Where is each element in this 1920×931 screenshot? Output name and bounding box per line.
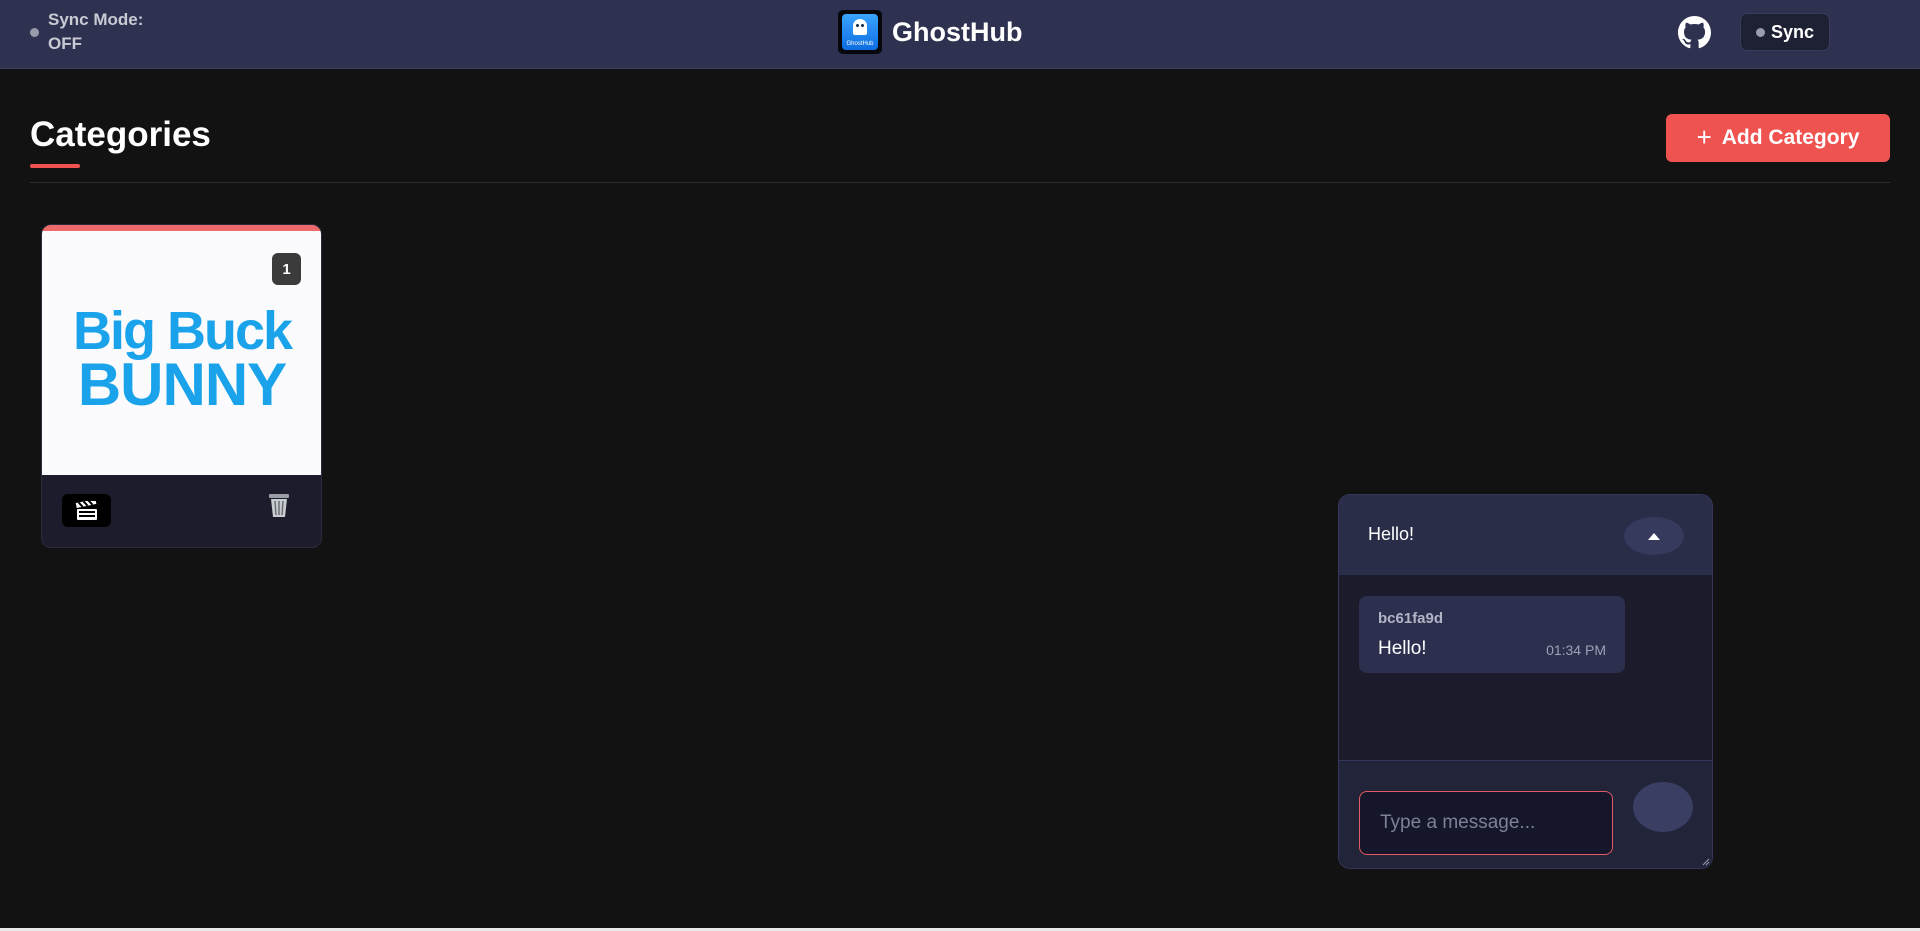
message-username: bc61fa9d <box>1378 610 1444 627</box>
page-title: Categories <box>30 115 211 154</box>
brand: GhostHub GhostHub <box>838 10 1022 54</box>
sync-mode-value: OFF <box>48 34 82 53</box>
chat-toggle-button[interactable] <box>1624 517 1684 555</box>
title-underline <box>30 164 80 168</box>
sync-button-dot <box>1755 27 1765 37</box>
clapperboard-icon[interactable] <box>62 494 111 527</box>
resize-grip-icon[interactable] <box>1702 858 1710 866</box>
chat-input-area <box>1339 760 1712 868</box>
caret-up-icon <box>1648 532 1660 540</box>
plus-icon: + <box>1696 121 1712 152</box>
chat-message: bc61fa9d Hello! 01:34 PM <box>1359 596 1625 673</box>
chat-message-input[interactable] <box>1359 791 1613 855</box>
top-navbar: Sync Mode: OFF GhostHub GhostHub Sync <box>0 0 1920 69</box>
sync-button[interactable]: Sync <box>1740 13 1830 51</box>
sync-mode-label: Sync Mode: <box>48 10 144 29</box>
chat-header[interactable]: Hello! <box>1339 495 1712 575</box>
trash-icon[interactable] <box>266 491 292 519</box>
app-title: GhostHub <box>892 16 1023 47</box>
add-category-label: Add Category <box>1721 126 1860 149</box>
thumbnail-title-art: Big Buck BUNNY <box>72 301 295 413</box>
logo-caption: GhostHub <box>846 41 874 47</box>
add-category-button[interactable]: + Add Category <box>1666 114 1890 162</box>
chat-header-title: Hello! <box>1368 524 1415 544</box>
message-text: Hello! <box>1378 638 1427 659</box>
sync-mode-status: Sync Mode: OFF <box>30 8 143 56</box>
sync-button-label: Sync <box>1770 21 1815 42</box>
section-divider <box>30 182 1890 183</box>
card-footer <box>42 475 321 547</box>
ghost-icon <box>853 19 867 35</box>
sync-status-dot <box>30 27 39 37</box>
ghosthub-logo: GhostHub <box>838 10 882 54</box>
github-icon[interactable] <box>1678 16 1711 49</box>
category-thumbnail[interactable]: Big Buck BUNNY 1 <box>42 231 321 475</box>
category-card: Big Buck BUNNY 1 <box>41 224 322 548</box>
media-count-badge: 1 <box>272 253 301 285</box>
thumbnail-line-2: BUNNY <box>77 351 286 413</box>
message-time: 01:34 PM <box>1546 642 1606 658</box>
chat-panel: Hello! bc61fa9d Hello! 01:34 PM <box>1338 494 1713 869</box>
send-icon[interactable] <box>1633 782 1693 832</box>
